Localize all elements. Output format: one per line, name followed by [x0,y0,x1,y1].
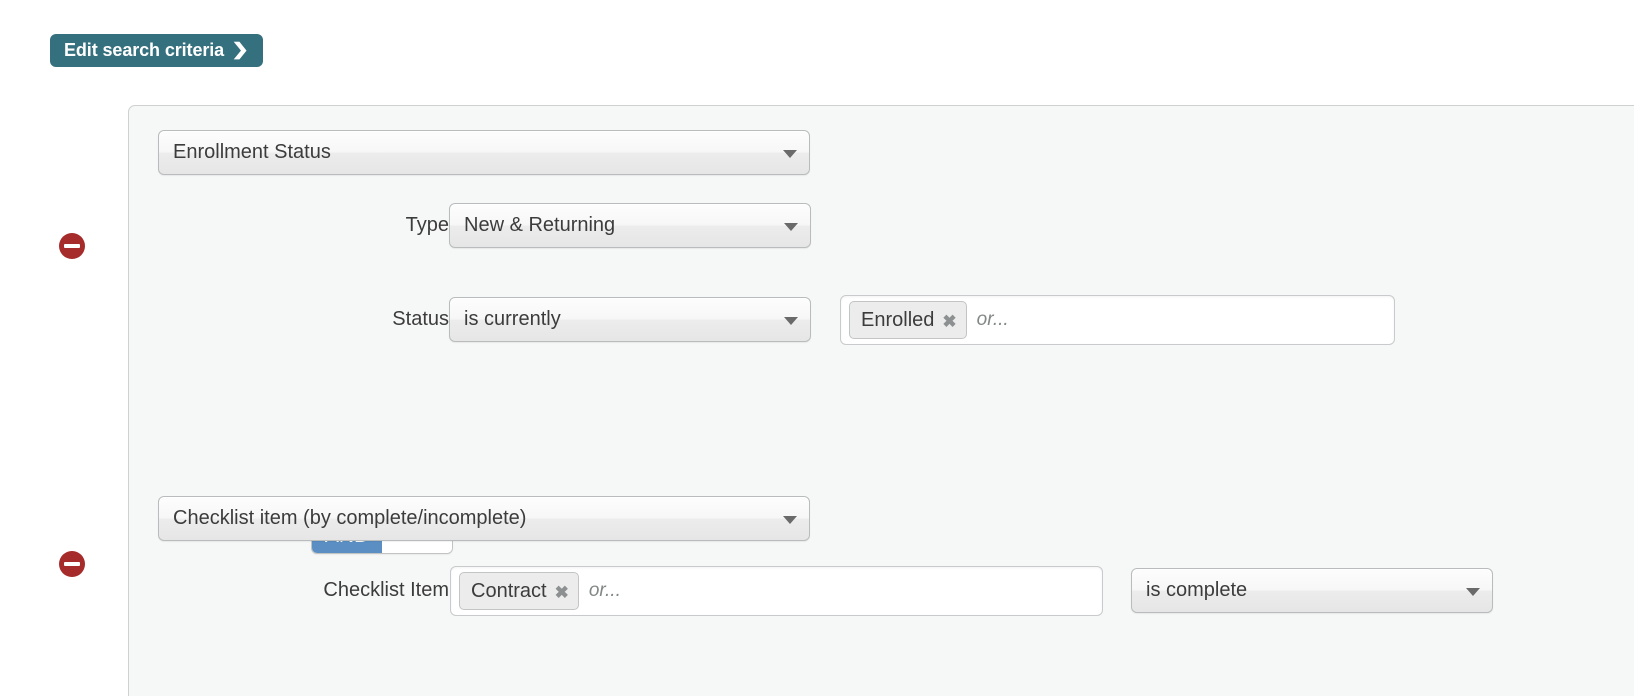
checklist-status-value: is complete [1146,579,1247,602]
remove-criterion-button-2[interactable] [59,551,85,577]
token-chip[interactable]: Contract ✖ [459,572,579,610]
criterion-field-value-1: Enrollment Status [173,141,331,164]
remove-criterion-button-1[interactable] [59,233,85,259]
criterion-field-select-1[interactable]: Enrollment Status [158,130,810,175]
criterion-field-value-2: Checklist item (by complete/incomplete) [173,507,526,530]
chevron-down-icon: ❯ [231,41,249,58]
close-icon[interactable]: ✖ [555,584,569,601]
checklist-item-label: Checklist Item [219,568,449,613]
token-chip[interactable]: Enrolled ✖ [849,301,967,339]
search-criteria-screen: Edit search criteria ❯ Enrollment Status… [0,0,1634,696]
status-operator-value: is currently [464,308,561,331]
type-select[interactable]: New & Returning [449,203,811,248]
checklist-item-token-placeholder: or... [589,580,621,602]
type-label: Type [249,203,449,248]
chevron-down-icon [784,317,798,325]
close-icon[interactable]: ✖ [942,313,956,330]
token-label: Enrolled [861,309,934,332]
edit-search-criteria-label: Edit search criteria [64,40,224,61]
criterion-field-select-2[interactable]: Checklist item (by complete/incomplete) [158,496,810,541]
chevron-down-icon [783,516,797,524]
status-token-placeholder: or... [977,309,1009,331]
edit-search-criteria-button[interactable]: Edit search criteria ❯ [50,34,263,67]
status-label: Status [239,297,449,342]
chevron-down-icon [783,150,797,158]
checklist-item-token-input[interactable]: Contract ✖ or... [450,566,1103,616]
status-operator-select[interactable]: is currently [449,297,811,342]
status-token-input[interactable]: Enrolled ✖ or... [840,295,1395,345]
token-label: Contract [471,580,547,603]
chevron-down-icon [784,223,798,231]
chevron-down-icon [1466,588,1480,596]
criteria-panel: Enrollment Status Type New & Returning S… [128,105,1634,696]
type-value: New & Returning [464,214,615,237]
checklist-status-select[interactable]: is complete [1131,568,1493,613]
